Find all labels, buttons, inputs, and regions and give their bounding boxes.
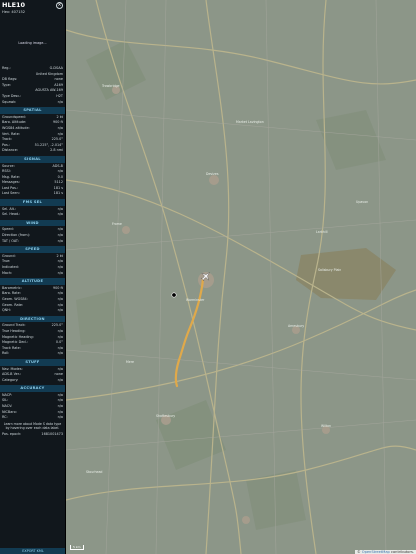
hex-code: Hex: 407152 — [2, 10, 63, 14]
section-direction[interactable]: DIRECTION — [0, 315, 65, 323]
photo-status: Loading image... — [18, 41, 47, 45]
section-stuff[interactable]: STUFF — [0, 358, 65, 366]
speed-row: Mach: n/a — [0, 271, 65, 277]
info-label: Reg.: — [2, 66, 11, 70]
signal-label: Last Seen: — [2, 191, 20, 196]
fms-rows: Sel. Alt.: n/a Sel. Head.: n/a — [0, 207, 65, 218]
learn-more-text: Learn more about Mode S data type by hov… — [3, 421, 62, 431]
speed-value: n/a — [57, 270, 63, 275]
pos-epoch-value: 1681001473 — [41, 432, 63, 437]
openstreetmap-link[interactable]: OpenStreetMap — [362, 550, 390, 554]
signal-value: 181 s — [53, 191, 63, 196]
close-icon[interactable]: × — [56, 2, 63, 9]
map-label: Stourhead — [86, 470, 103, 474]
hex-label: Hex: — [2, 10, 11, 14]
spatial-label: Distance: — [2, 148, 18, 153]
fms-label: Sel. Head.: — [2, 212, 21, 217]
callsign: HLE10 — [2, 1, 26, 9]
panel-header: HLE10 Hex: 407152 × — [0, 0, 65, 20]
direction-row: Roll: n/a — [0, 351, 65, 357]
signal-row: Last Seen: 181 s — [0, 191, 65, 197]
spatial-rows: Groundspeed: 2 kt Baro. Altitude: 900 ft WGS… — [0, 115, 65, 154]
signal-rows: Source: ADS-B RSSI: n/a Msg. Rate: 0.0 Message… — [0, 164, 65, 198]
pos-epoch-label: Pos. epoch: — [2, 432, 22, 437]
aircraft-info-panel: HLE10 Hex: 407152 × Loading image... Reg… — [0, 0, 66, 554]
section-wind[interactable]: WIND — [0, 219, 65, 227]
map-label: Shaftesbury — [156, 414, 176, 418]
spatial-value: 2.8 nmi — [50, 148, 63, 153]
fms-row: Sel. Head.: n/a — [0, 212, 65, 218]
altitude-row: QNH: n/a — [0, 308, 65, 314]
direction-rows: Ground Track: 225.0° True Heading: n/a Magne… — [0, 323, 65, 357]
map-label: Trowbridge — [102, 84, 120, 88]
speed-rows: Ground: 2 kt True: n/a Indicated: n/a Mach: n/a — [0, 254, 65, 276]
receiver-location-icon — [171, 292, 177, 298]
map-label: Frome — [112, 222, 122, 226]
export-kml-button[interactable]: EXPORT KML — [0, 548, 65, 554]
info-rows: Reg.: G-DSAA United Kingdom DB flags: none Ty… — [0, 66, 65, 105]
map-label: Upavon — [356, 200, 369, 204]
map-label: Amesbury — [288, 324, 305, 328]
map-scale: 5 km — [70, 545, 84, 550]
speed-label: Mach: — [2, 270, 13, 275]
attribution-prefix: © — [356, 550, 361, 554]
wind-label: TAT / OAT: — [2, 238, 19, 243]
map-label: Mere — [126, 360, 134, 364]
direction-label: Roll: — [2, 351, 10, 356]
wind-rows: Speed: n/a Direction (from): n/a TAT / OAT: n… — [0, 227, 65, 244]
map-label: Larkhill — [316, 230, 328, 234]
map-label: Devizes — [206, 172, 219, 176]
section-signal[interactable]: SIGNAL — [0, 155, 65, 163]
wind-value: n/a — [57, 238, 63, 243]
accuracy-label: RC: — [2, 415, 8, 420]
info-label: Squawk: — [2, 99, 17, 104]
map-label: Wilton — [321, 424, 332, 428]
spatial-row: Distance: 2.8 nmi — [0, 148, 65, 154]
map-label: Salisbury Plain — [318, 268, 342, 272]
map-view[interactable]: Salisbury Plain Warminster Trowbridge De… — [66, 0, 416, 554]
section-spatial[interactable]: SPATIAL — [0, 107, 65, 114]
section-fms[interactable]: FMS SEL — [0, 199, 65, 206]
info-label: Type: — [2, 82, 11, 87]
pos-epoch-row: Pos. epoch: 1681001473 — [0, 432, 65, 438]
altitude-value: n/a — [57, 308, 63, 313]
map-attribution: © OpenStreetMap contributors. — [354, 550, 416, 554]
fms-value: n/a — [57, 212, 63, 217]
wind-row: TAT / OAT: n/a — [0, 239, 65, 245]
info-row: Squawk: n/a — [0, 100, 65, 106]
map-label: Market Lavington — [236, 120, 264, 124]
attribution-suffix: contributors. — [391, 550, 414, 554]
section-accuracy[interactable]: ACCURACY — [0, 385, 65, 392]
altitude-rows: Barometric: 900 ft Baro. Rate: n/a Geom. WGS… — [0, 286, 65, 314]
stuff-value: n/a — [57, 377, 63, 382]
altitude-label: QNH: — [2, 308, 11, 313]
info-value: n/a — [57, 99, 63, 104]
stuff-rows: Nav. Modes: n/a ADS-B Ver.: none Category: n/… — [0, 367, 65, 384]
hex-value: 407152 — [11, 10, 26, 14]
map-label: Warminster — [186, 298, 205, 302]
stuff-row: Category: n/a — [0, 378, 65, 384]
stuff-label: Category: — [2, 377, 19, 382]
section-speed[interactable]: SPEED — [0, 246, 65, 253]
direction-value: n/a — [57, 351, 63, 356]
accuracy-value: n/a — [57, 415, 63, 420]
aircraft-photo: Loading image... — [0, 20, 65, 66]
section-altitude[interactable]: ALTITUDE — [0, 278, 65, 285]
accuracy-rows: NACP: n/a SIL: n/a NACV: n/a NICBaro: n/a RC: n/a — [0, 393, 65, 421]
